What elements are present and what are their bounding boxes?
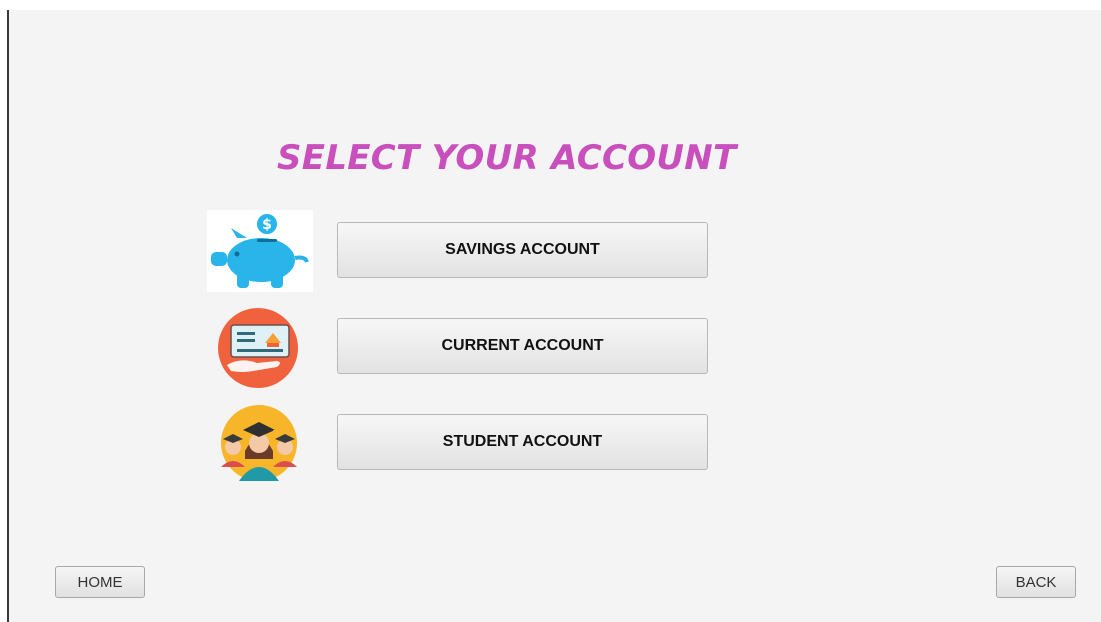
back-button[interactable]: BACK [996, 566, 1076, 598]
savings-account-button[interactable]: SAVINGS ACCOUNT [337, 222, 708, 278]
svg-text:$: $ [262, 217, 272, 233]
student-account-button[interactable]: STUDENT ACCOUNT [337, 414, 708, 470]
cheque-hand-icon [207, 307, 313, 389]
graduates-icon [207, 403, 313, 485]
current-account-button[interactable]: CURRENT ACCOUNT [337, 318, 708, 374]
page-title: SELECT YOUR ACCOUNT [277, 138, 737, 178]
home-button[interactable]: HOME [55, 566, 145, 598]
account-selection-window: SELECT YOUR ACCOUNT $ SAVINGS ACCOUNT CU… [7, 10, 1101, 622]
piggy-bank-icon: $ [207, 210, 313, 292]
